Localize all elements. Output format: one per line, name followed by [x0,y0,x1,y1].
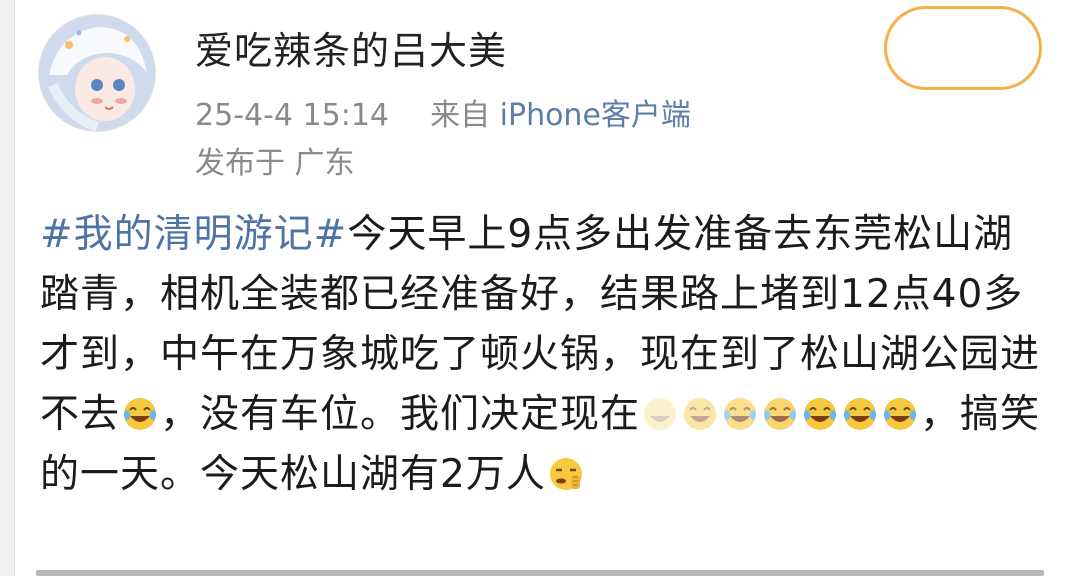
post-body: #我的清明游记#今天早上9点多出发准备去东莞松山湖踏青，相机全装都已经准备好，结… [40,205,1050,505]
tears-of-joy-icon [721,395,759,433]
avatar[interactable] [38,14,156,132]
post-datetime: 25-4-4 15:14 [195,98,389,133]
avatar-image [39,15,155,131]
post-text-2: ，没有车位。我们决定现在 [160,392,641,437]
tears-of-joy-icon [121,395,159,433]
tears-of-joy-icon [801,395,839,433]
shushing-face-icon [547,455,585,493]
from-label: 来自 [430,98,491,133]
client-source[interactable]: iPhone客户端 [500,98,691,133]
bottom-divider [36,570,1044,576]
tears-of-joy-icon [641,395,679,433]
tears-of-joy-icon [841,395,879,433]
left-edge-strip [0,0,15,576]
post-meta: 25-4-4 15:14 来自 iPhone客户端 [195,90,691,134]
hashtag-link[interactable]: #我的清明游记# [40,212,347,257]
username[interactable]: 爱吃辣条的吕大美 [195,20,507,75]
tears-of-joy-icon [681,395,719,433]
follow-button[interactable] [884,6,1042,90]
tears-of-joy-icon [881,395,919,433]
tears-of-joy-icon [761,395,799,433]
post-location: 发布于 广东 [195,146,355,181]
